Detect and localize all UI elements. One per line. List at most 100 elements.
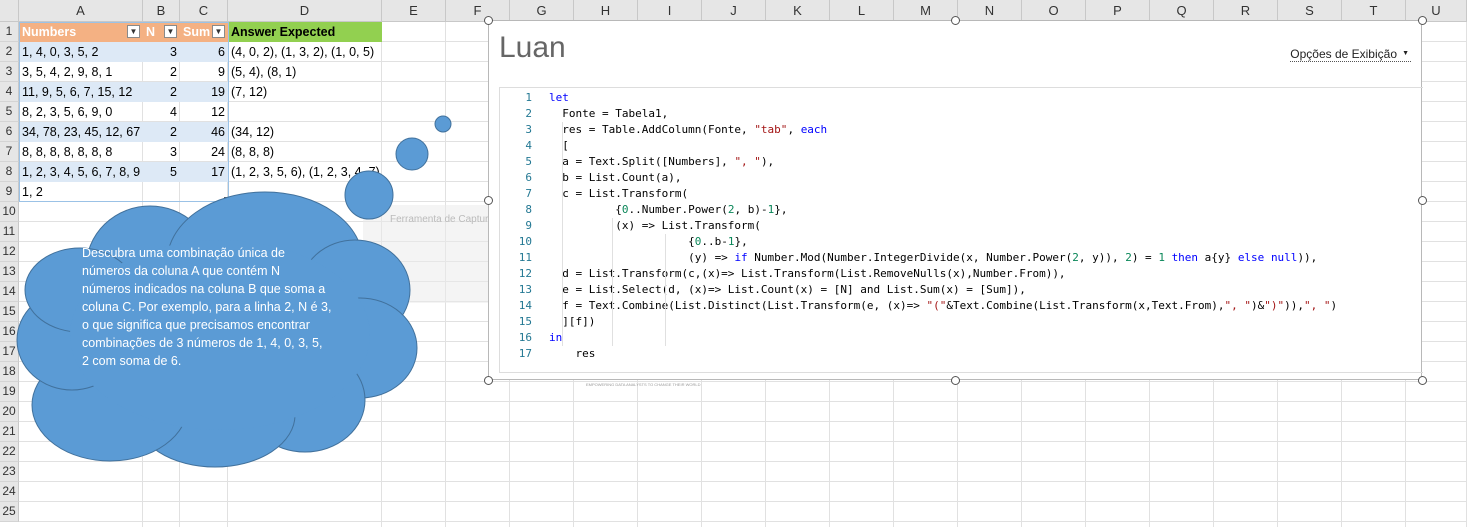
- code-token: 2: [1072, 251, 1079, 264]
- row-header-4[interactable]: 4: [0, 82, 19, 102]
- column-header-n[interactable]: N: [958, 0, 1022, 22]
- table-header-n[interactable]: N ▼: [143, 22, 180, 42]
- row-header-7[interactable]: 7: [0, 142, 19, 162]
- table-cell-numbers[interactable]: 8, 8, 8, 8, 8, 8, 8: [19, 142, 143, 162]
- table-cell-n[interactable]: 2: [143, 62, 180, 82]
- column-header-s[interactable]: S: [1278, 0, 1342, 22]
- resize-handle[interactable]: [1418, 196, 1427, 205]
- column-header-m[interactable]: M: [894, 0, 958, 22]
- table-cell-sum[interactable]: 46: [180, 122, 228, 142]
- table-cell-n[interactable]: [143, 182, 180, 202]
- table-cell-sum[interactable]: 12: [180, 102, 228, 122]
- table-cell-numbers[interactable]: 8, 2, 3, 5, 6, 9, 0: [19, 102, 143, 122]
- table-cell-numbers[interactable]: 1, 4, 0, 3, 5, 2: [19, 42, 143, 62]
- table-resize-handle[interactable]: [224, 197, 228, 201]
- row-header-21[interactable]: 21: [0, 422, 19, 442]
- resize-handle[interactable]: [484, 196, 493, 205]
- column-header-g[interactable]: G: [510, 0, 574, 22]
- table-cell-n[interactable]: 4: [143, 102, 180, 122]
- filter-dropdown-icon[interactable]: ▼: [127, 25, 140, 38]
- table-cell-sum[interactable]: 6: [180, 42, 228, 62]
- row-header-11[interactable]: 11: [0, 222, 19, 242]
- row-header-5[interactable]: 5: [0, 102, 19, 122]
- row-header-18[interactable]: 18: [0, 362, 19, 382]
- row-header-14[interactable]: 14: [0, 282, 19, 302]
- table-cell-numbers[interactable]: 1, 2, 3, 4, 5, 6, 7, 8, 9: [19, 162, 143, 182]
- answer-cell[interactable]: (1, 2, 3, 5, 6), (1, 2, 3, 4, 7): [228, 162, 383, 182]
- column-header-d[interactable]: D: [228, 0, 382, 22]
- column-header-i[interactable]: I: [638, 0, 702, 22]
- row-header-24[interactable]: 24: [0, 482, 19, 502]
- resize-handle[interactable]: [1418, 16, 1427, 25]
- code-editor[interactable]: 1 let 2 Fonte = Tabela1, 3 res = Table.AddC…: [499, 87, 1423, 373]
- answer-cell[interactable]: [228, 102, 234, 122]
- row-header-2[interactable]: 2: [0, 42, 19, 62]
- table-cell-sum[interactable]: 24: [180, 142, 228, 162]
- row-header-25[interactable]: 25: [0, 502, 19, 522]
- column-header-f[interactable]: F: [446, 0, 510, 22]
- row-header-8[interactable]: 8: [0, 162, 19, 182]
- column-header-l[interactable]: L: [830, 0, 894, 22]
- resize-handle[interactable]: [484, 376, 493, 385]
- row-header-12[interactable]: 12: [0, 242, 19, 262]
- resize-handle[interactable]: [951, 16, 960, 25]
- answer-cell[interactable]: (8, 8, 8): [228, 142, 277, 162]
- row-header-15[interactable]: 15: [0, 302, 19, 322]
- table-header-sum[interactable]: Sum ▼: [180, 22, 228, 42]
- resize-handle[interactable]: [484, 16, 493, 25]
- column-header-p[interactable]: P: [1086, 0, 1150, 22]
- filter-dropdown-icon[interactable]: ▼: [164, 25, 177, 38]
- table-cell-numbers[interactable]: 3, 5, 4, 2, 9, 8, 1: [19, 62, 143, 82]
- column-header-q[interactable]: Q: [1150, 0, 1214, 22]
- table-cell-n[interactable]: 3: [143, 142, 180, 162]
- row-header-20[interactable]: 20: [0, 402, 19, 422]
- row-header-3[interactable]: 3: [0, 62, 19, 82]
- column-header-o[interactable]: O: [1022, 0, 1086, 22]
- column-header-a[interactable]: A: [19, 0, 143, 22]
- row-header-19[interactable]: 19: [0, 382, 19, 402]
- table-cell-sum[interactable]: 9: [180, 62, 228, 82]
- row-header-16[interactable]: 16: [0, 322, 19, 342]
- table-cell-sum[interactable]: 17: [180, 162, 228, 182]
- table-cell-n[interactable]: 2: [143, 122, 180, 142]
- column-header-h[interactable]: H: [574, 0, 638, 22]
- row-header-13[interactable]: 13: [0, 262, 19, 282]
- resize-handle[interactable]: [1418, 376, 1427, 385]
- advanced-editor-panel[interactable]: Luan Opções de Exibição ▼ 1 let 2 Fonte = …: [488, 20, 1423, 380]
- answer-cell[interactable]: (4, 0, 2), (1, 3, 2), (1, 0, 5): [228, 42, 377, 62]
- resize-handle[interactable]: [951, 376, 960, 385]
- table-header-answer[interactable]: Answer Expected: [228, 22, 382, 42]
- answer-cell[interactable]: (7, 12): [228, 82, 270, 102]
- row-header-1[interactable]: 1: [0, 22, 19, 42]
- table-cell-n[interactable]: 3: [143, 42, 180, 62]
- table-cell-sum[interactable]: 19: [180, 82, 228, 102]
- column-header-r[interactable]: R: [1214, 0, 1278, 22]
- select-all-corner[interactable]: [0, 0, 19, 22]
- column-header-b[interactable]: B: [143, 0, 180, 22]
- table-cell-n[interactable]: 5: [143, 162, 180, 182]
- code-line: 13 e = List.Select(d, (x)=> List.Count(x…: [500, 282, 1026, 298]
- row-header-23[interactable]: 23: [0, 462, 19, 482]
- row-header-10[interactable]: 10: [0, 202, 19, 222]
- table-header-numbers[interactable]: Numbers ▼: [19, 22, 143, 42]
- column-header-u[interactable]: U: [1406, 0, 1467, 22]
- display-options-dropdown[interactable]: Opções de Exibição ▼: [1290, 47, 1411, 62]
- answer-cell[interactable]: [228, 182, 234, 202]
- table-cell-numbers[interactable]: 34, 78, 23, 45, 12, 67: [19, 122, 143, 142]
- answer-cell[interactable]: (5, 4), (8, 1): [228, 62, 299, 82]
- table-cell-numbers[interactable]: 11, 9, 5, 6, 7, 15, 12: [19, 82, 143, 102]
- answer-cell[interactable]: (34, 12): [228, 122, 277, 142]
- filter-dropdown-icon[interactable]: ▼: [212, 25, 225, 38]
- table-cell-sum[interactable]: [180, 182, 228, 202]
- column-header-k[interactable]: K: [766, 0, 830, 22]
- row-header-9[interactable]: 9: [0, 182, 19, 202]
- row-header-17[interactable]: 17: [0, 342, 19, 362]
- row-header-22[interactable]: 22: [0, 442, 19, 462]
- column-header-c[interactable]: C: [180, 0, 228, 22]
- column-header-j[interactable]: J: [702, 0, 766, 22]
- column-header-e[interactable]: E: [382, 0, 446, 22]
- table-cell-n[interactable]: 2: [143, 82, 180, 102]
- column-header-t[interactable]: T: [1342, 0, 1406, 22]
- row-header-6[interactable]: 6: [0, 122, 19, 142]
- table-cell-numbers[interactable]: 1, 2: [19, 182, 143, 202]
